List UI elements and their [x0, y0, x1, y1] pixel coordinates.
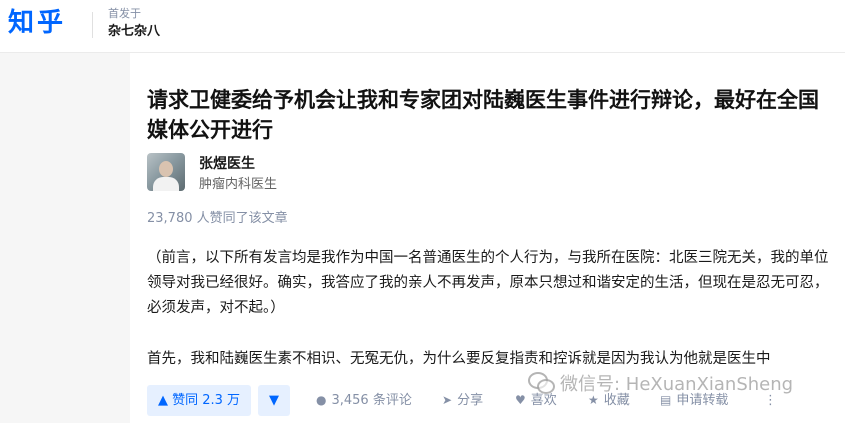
- published-in-label: 首发于: [108, 7, 141, 20]
- author-avatar[interactable]: [147, 153, 185, 191]
- article-card: 请求卫健委给予机会让我和专家团对陆巍医生事件进行辩论，最好在全国媒体公开进行 张…: [130, 53, 845, 423]
- article-paragraph: （前言，以下所有发言均是我作为中国一名普通医生的个人行为，与我所在医院：北医三院…: [147, 250, 829, 316]
- share-icon: ➤: [442, 393, 453, 407]
- zhihu-logo[interactable]: 知乎: [8, 6, 66, 40]
- header-divider: [92, 12, 93, 38]
- avatar-face: [159, 161, 173, 177]
- top-header: 知乎 首发于 杂七杂八: [0, 0, 845, 53]
- comments-label: 3,456 条评论: [331, 393, 412, 408]
- heart-icon: ♥: [515, 393, 526, 407]
- vote-down-button[interactable]: ▼: [258, 385, 290, 416]
- watermark-text: 微信号: HeXuanXianSheng: [560, 374, 794, 395]
- share-label: 分享: [457, 393, 484, 408]
- author-name[interactable]: 张煜医生: [199, 155, 255, 173]
- wechat-watermark: 微信号: HeXuanXianSheng: [528, 370, 793, 400]
- author-headline: 肿瘤内科医生: [199, 177, 278, 192]
- comments-button[interactable]: ● 3,456 条评论: [316, 385, 412, 416]
- article-paragraph: 首先，我和陆巍医生素不相识、无冤无仇，为什么要反复指责和控诉就是因为我认为他就是…: [147, 351, 771, 367]
- likes-summary: 23,780 人赞同了该文章: [147, 211, 288, 226]
- column-link[interactable]: 杂七杂八: [108, 23, 160, 41]
- wechat-icon: [528, 372, 555, 394]
- article-title: 请求卫健委给予机会让我和专家团对陆巍医生事件进行辩论，最好在全国媒体公开进行: [147, 88, 819, 143]
- share-button[interactable]: ➤ 分享: [442, 385, 483, 416]
- comment-icon: ●: [316, 393, 327, 407]
- vote-up-button[interactable]: ▲ 赞同 2.3 万: [147, 385, 251, 416]
- avatar-coat: [153, 177, 179, 191]
